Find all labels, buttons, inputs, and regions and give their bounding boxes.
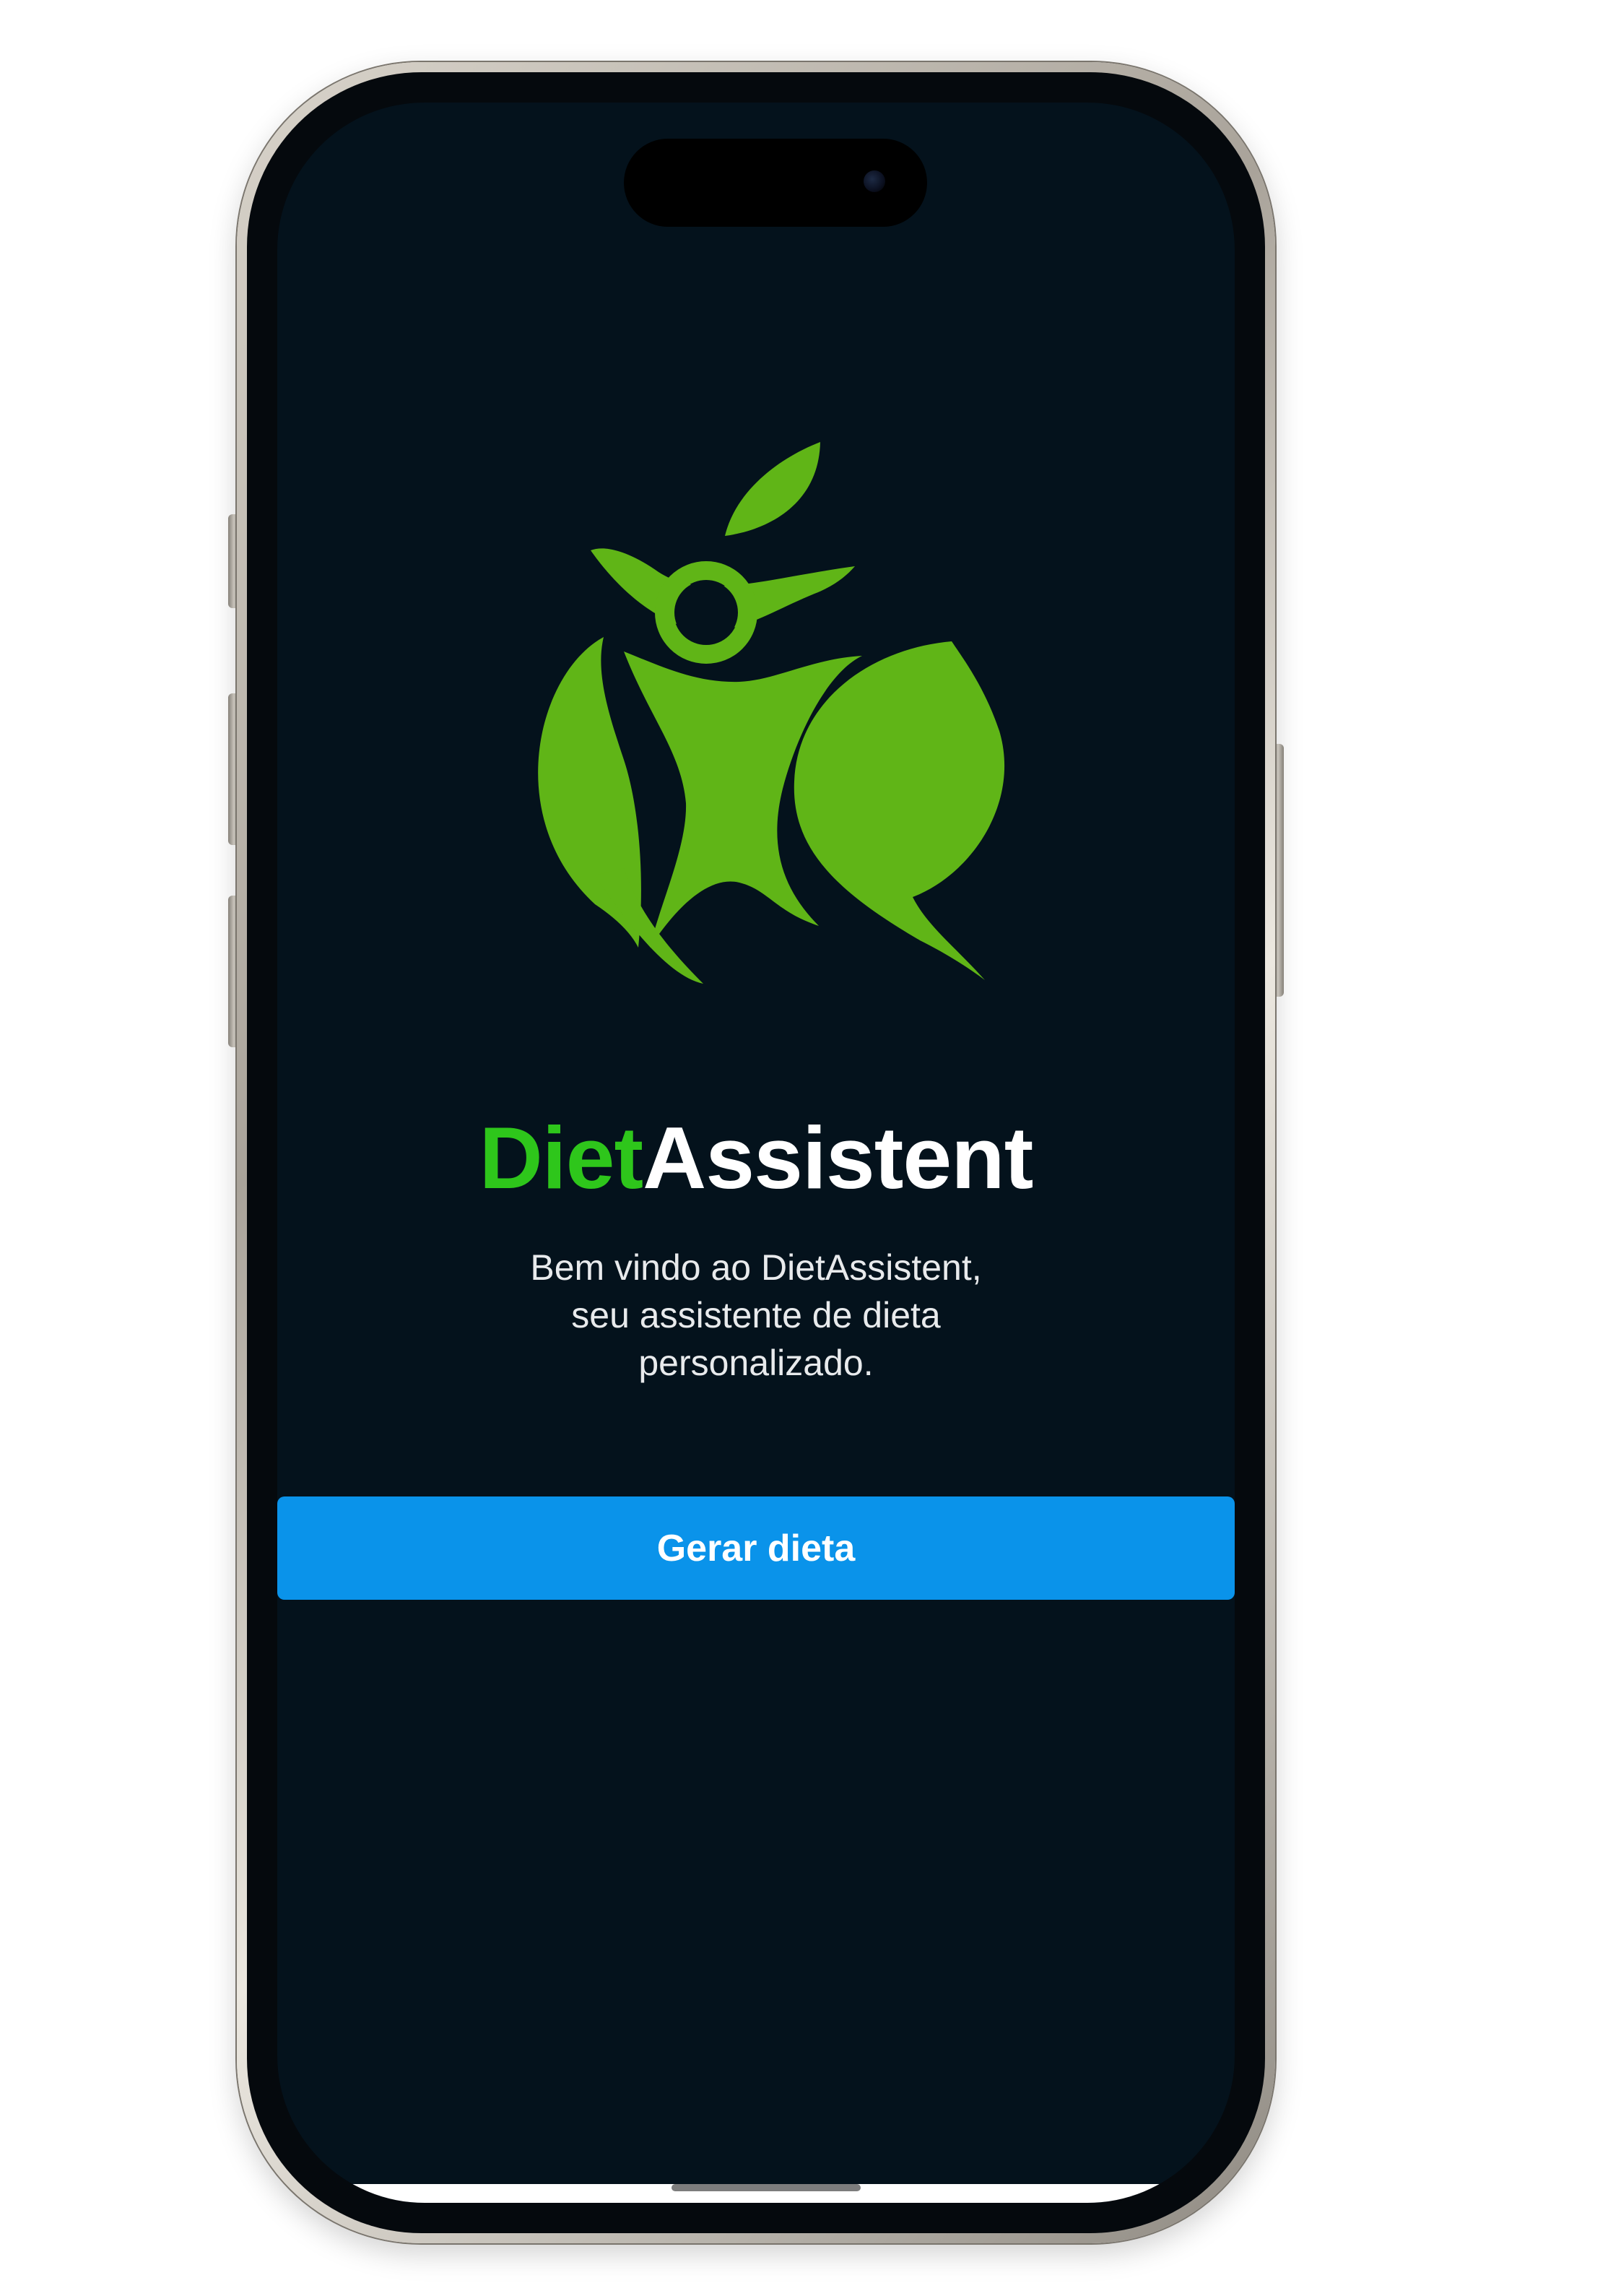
welcome-message: Bem vindo ao DietAssistent, seu assisten… [277, 1244, 1235, 1387]
front-camera-icon [864, 170, 885, 192]
dynamic-island [624, 139, 927, 227]
logo-right-leaf [794, 641, 1005, 980]
logo-top-leaf [725, 442, 820, 536]
welcome-line-2: seu assistente de dieta [571, 1295, 941, 1335]
app-title-assistent: Assistent [643, 1109, 1033, 1207]
phone-frame: DietAssistent Bem vindo ao DietAssistent… [237, 62, 1275, 2243]
welcome-line-1: Bem vindo ao DietAssistent, [530, 1247, 982, 1288]
welcome-line-3: personalizado. [638, 1343, 874, 1383]
app-title: DietAssistent [277, 1114, 1235, 1202]
app-title-diet: Diet [479, 1109, 643, 1207]
home-indicator[interactable] [672, 2184, 861, 2191]
leaf-person-logo-icon [523, 442, 1028, 984]
screenshot-canvas: DietAssistent Bem vindo ao DietAssistent… [0, 0, 1621, 2296]
logo-figure-head [674, 581, 738, 644]
generate-diet-button[interactable]: Gerar dieta [277, 1496, 1235, 1600]
app-screen: DietAssistent Bem vindo ao DietAssistent… [277, 103, 1235, 2203]
phone-bezel: DietAssistent Bem vindo ao DietAssistent… [247, 72, 1265, 2233]
